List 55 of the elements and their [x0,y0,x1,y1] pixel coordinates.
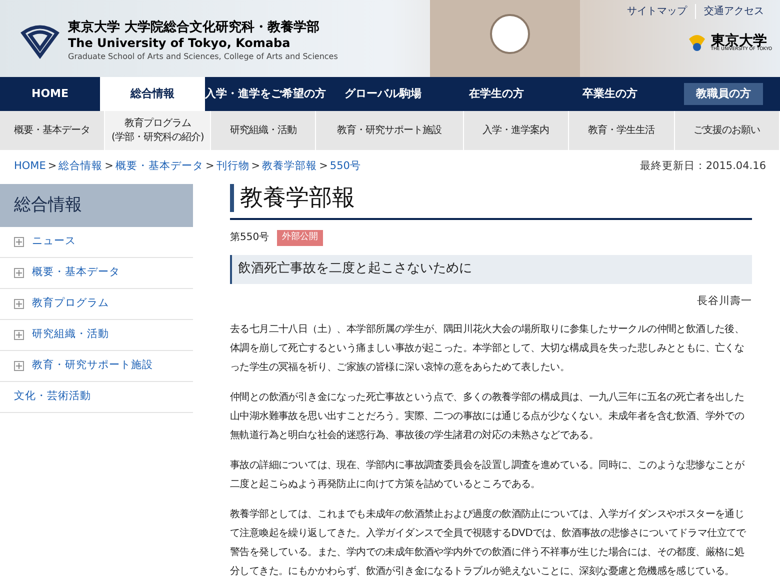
breadcrumb-link[interactable]: 550号 [330,159,361,175]
sidebar-item[interactable]: 文化・芸術活動 [0,382,193,413]
clock-icon [490,14,530,54]
last-updated: 最終更新日：2015.04.16 [640,159,766,174]
main-nav-tab[interactable]: 教職員の方 [666,77,780,111]
plus-icon [14,237,24,247]
main-nav-tab[interactable]: 卒業生の方 [553,77,666,111]
breadcrumb-separator: > [46,159,58,174]
breadcrumb-separator: > [318,159,329,174]
article-headline: 飲酒死亡事故を二度と起こさないために [230,254,752,284]
page-title: 教養学部報 [230,184,355,212]
public-badge: 外部公開 [277,230,324,246]
breadcrumb-link[interactable]: HOME [14,159,46,175]
breadcrumb-link[interactable]: 総合情報 [58,159,103,175]
breadcrumb-separator: > [250,159,262,174]
sub-nav-item[interactable]: 教育プログラム (学部・研究科の紹介) [105,111,211,150]
article-author: 長谷川壽一 [696,294,752,308]
plus-icon [14,330,24,340]
breadcrumb-link[interactable]: 教養学部報 [262,159,318,175]
article-paragraph: 教養学部としては、これまでも未成年の飲酒禁止および過度の飲酒防止については、入学ガイダンスやポスターを通じて注意喚起を繰り返してきた。入学ガイダンスで全員で視聴するDVDでは、飲酒事故の悲惨さについてドラマ仕立てで警告を発している。また、学内での未成年飲酒や学内外での飲酒に伴う不祥事が生じた場合には、その都度、厳格に処分してきた。にもかかわらず、飲酒が引き金になるトラブルが絶えないことに、深刻な憂慮と危機感を感じている。 [230,508,747,580]
main-nav-tab[interactable]: グローバル駒場 [326,77,440,111]
sidebar-item[interactable]: 教育プログラム [0,289,193,320]
article-paragraph: 去る七月二十八日（土）、本学部所属の学生が、隅田川花火大会の場所取りに参集したサークルの仲間と飲酒した後、体調を崩して死亡するという痛ましい事故が起こった。本学部として、大切な構成員を失った悲しみとともに、亡くなった学生の冥福を祈り、ご家族の皆様に深い哀悼の意をあらためて表したい。 [230,322,746,376]
site-subtitle: Graduate School of Arts and Sciences, College of Arts and Sciences [68,51,338,62]
main-nav-tab[interactable]: 入学・進学をご希望の方 [205,77,326,111]
sub-nav-item[interactable]: 入学・進学案内 [464,111,570,150]
sidebar-item[interactable]: 教育・研究サポート施設 [0,351,193,382]
breadcrumb-link[interactable]: 概要・基本データ [115,159,204,175]
main-nav-tab[interactable]: HOME [0,77,100,111]
sub-nav-item[interactable]: 研究組織・活動 [210,111,316,150]
plus-icon [14,361,24,371]
utility-link[interactable]: 交通アクセス [695,4,772,19]
issue-number: 第550号 [230,231,270,246]
main-nav-tab[interactable]: 総合情報 [100,77,205,111]
sidebar-item[interactable]: 概要・基本データ [0,258,193,289]
sidebar-item[interactable]: 研究組織・活動 [0,320,193,351]
breadcrumb-separator: > [204,159,216,174]
sub-nav-item[interactable]: ご支援のお願い [674,111,780,150]
plus-icon [14,299,24,309]
site-title: 東京大学 大学院総合文化研究科・教養学部 [68,19,321,36]
utility-link[interactable]: サイトマップ [619,4,695,19]
article-paragraph: 仲間との飲酒が引き金になった死亡事故という点で、多くの教養学部の構成員は、一九八三年に五名の死亡者を出した山中湖水難事故を思い出すことだろう。実際、二つの事故には通じる点が少なくない。未成年者を含む飲酒、学外での無軌道行為と明白な社会的迷惑行為、事故後の学生諸君の対応の未熟さなどである。 [230,390,746,444]
plus-icon [14,268,24,278]
breadcrumb-separator: > [104,159,114,174]
article-paragraph: 事故の詳細については、現在、学部内に事故調査委員会を設置し調査を進めている。同時に、このような悲惨なことが二度と起こらぬよう再発防止に向けて方策を詰めているところである。 [230,458,746,492]
sidebar-title: 総合情報 [0,184,193,227]
breadcrumb-link[interactable]: 刊行物 [216,159,250,175]
site-title-english: The University of Tokyo, Komaba [68,36,292,51]
university-crest-icon [20,22,60,58]
sub-nav-item[interactable]: 教育・学生生活 [569,111,675,150]
ginkgo-leaf-icon [686,33,707,53]
sub-nav-item[interactable]: 教育・研究サポート施設 [316,111,464,150]
main-nav-tab[interactable]: 在学生の方 [440,77,553,111]
sidebar-item[interactable]: ニュース [0,227,193,258]
university-name: 東京大学 [710,34,767,48]
